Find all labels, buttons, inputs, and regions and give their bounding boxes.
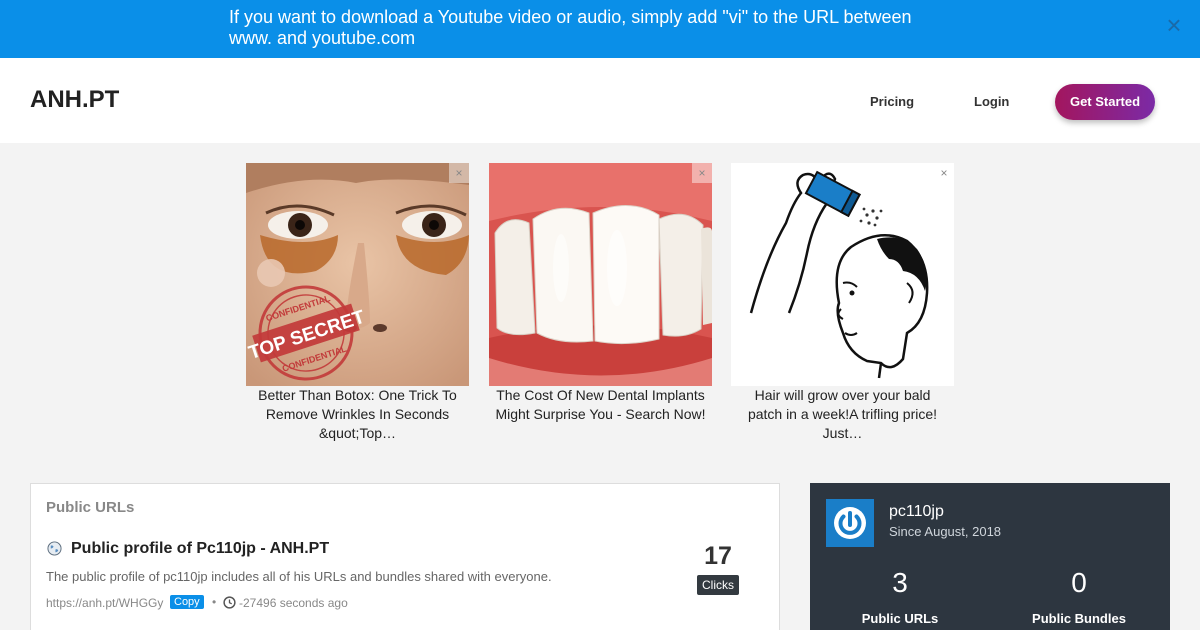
ad-close-icon[interactable]: × bbox=[449, 163, 469, 183]
ad-caption[interactable]: Better Than Botox: One Trick To Remove W… bbox=[246, 386, 469, 443]
ad-caption[interactable]: The Cost Of New Dental Implants Might Su… bbox=[489, 386, 712, 424]
short-url-link[interactable]: https://anh.pt/WHGGy bbox=[46, 596, 163, 610]
avatar bbox=[826, 499, 874, 547]
ad-close-icon[interactable]: × bbox=[692, 163, 712, 183]
clock-icon bbox=[223, 596, 236, 609]
nav-pricing-link[interactable]: Pricing bbox=[870, 94, 914, 109]
profile-since: Since August, 2018 bbox=[889, 524, 1002, 539]
get-started-button[interactable]: Get Started bbox=[1055, 84, 1155, 120]
stat-public-urls-label: Public URLs bbox=[861, 611, 939, 626]
site-header: ANH.PT Pricing Login Get Started bbox=[0, 58, 1200, 143]
clicks-label: Clicks bbox=[697, 575, 739, 595]
notice-banner: If you want to download a Youtube video … bbox=[0, 0, 1200, 58]
stat-public-bundles-label: Public Bundles bbox=[1032, 611, 1126, 626]
url-description: The public profile of pc110jp includes a… bbox=[46, 569, 552, 584]
banner-text: If you want to download a Youtube video … bbox=[229, 7, 912, 48]
url-title-link[interactable]: Public profile of Pc110jp - ANH.PT bbox=[71, 540, 329, 558]
ad-image-face[interactable]: TOP SECRET CONFIDENTIAL CONFIDENTIAL bbox=[246, 163, 469, 386]
ad-caption[interactable]: Hair will grow over your bald patch in a… bbox=[731, 386, 954, 443]
panel-title: Public URLs bbox=[46, 499, 135, 516]
stat-public-bundles-count: 0 bbox=[1071, 567, 1087, 598]
public-urls-panel: Public URLs Public profile of Pc110jp - … bbox=[30, 483, 780, 630]
ad-card[interactable]: × Hair will grow over your bald patch in… bbox=[731, 163, 954, 443]
relative-timestamp: -27496 seconds ago bbox=[239, 596, 348, 610]
profile-card: pc110jp Since August, 2018 3 Public URLs… bbox=[810, 483, 1170, 630]
ad-card[interactable]: × The Cost Of New Dental Implants Might … bbox=[489, 163, 712, 424]
copy-button[interactable]: Copy bbox=[170, 595, 204, 609]
globe-icon bbox=[47, 541, 62, 556]
ad-image-hair[interactable] bbox=[731, 163, 954, 386]
profile-username: pc110jp bbox=[889, 503, 944, 520]
separator-dot: • bbox=[212, 595, 217, 609]
ad-card[interactable]: TOP SECRET CONFIDENTIAL CONFIDENTIAL × B… bbox=[246, 163, 469, 443]
nav-login-link[interactable]: Login bbox=[974, 94, 1009, 109]
clicks-count: 17 bbox=[704, 542, 732, 570]
stat-public-urls-count: 3 bbox=[892, 567, 908, 598]
ad-image-teeth[interactable] bbox=[489, 163, 712, 386]
close-icon[interactable]: × bbox=[1164, 12, 1184, 38]
site-logo[interactable]: ANH.PT bbox=[30, 86, 119, 114]
ad-close-icon[interactable]: × bbox=[934, 163, 954, 183]
